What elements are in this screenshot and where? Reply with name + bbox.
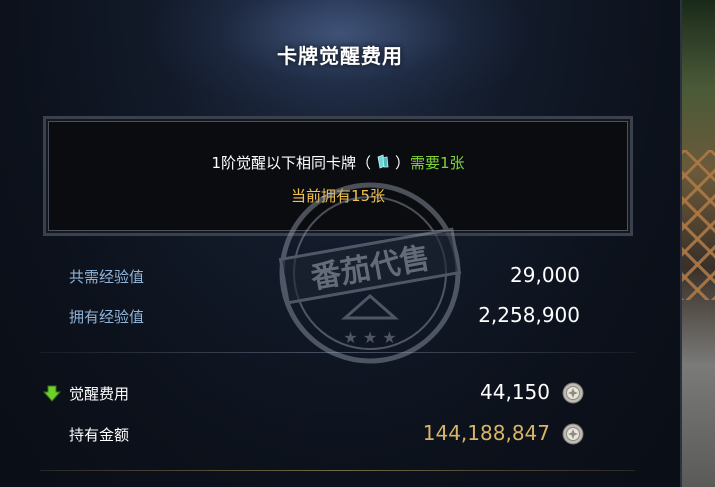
total-exp-row: 共需经验值 29,000 xyxy=(0,263,680,292)
requirement-close-paren: ） xyxy=(394,154,410,172)
owned-exp-row: 拥有经验值 2,258,900 xyxy=(0,303,680,332)
requirement-line: 1阶觉醒以下相同卡牌（ ）需要1张 xyxy=(46,152,630,173)
held-gold-row: 持有金额 144,188,847 xyxy=(0,421,680,450)
owned-count: 当前拥有15张 xyxy=(290,187,386,205)
total-exp-value: 29,000 xyxy=(510,263,580,287)
bottom-divider xyxy=(40,470,635,471)
held-gold-value: 144,188,847 xyxy=(422,421,550,445)
section-divider xyxy=(40,352,635,353)
background-scenery xyxy=(680,0,715,487)
card-stack-icon xyxy=(375,154,391,170)
awaken-cost-dialog: 卡牌觉醒费用 1阶觉醒以下相同卡牌（ ）需要1张 当前拥有15张 共需经验值 29… xyxy=(0,0,682,487)
requirement-need: 需要1张 xyxy=(410,154,465,172)
green-down-arrow-icon xyxy=(42,385,62,407)
silver-coin-icon xyxy=(562,382,584,408)
wooden-lattice xyxy=(680,150,715,300)
awaken-cost-row: 觉醒费用 44,150 xyxy=(0,380,680,409)
requirement-text: 1阶觉醒以下相同卡牌（ xyxy=(211,154,371,172)
total-exp-label: 共需经验值 xyxy=(69,268,145,286)
owned-exp-label: 拥有经验值 xyxy=(69,308,145,326)
requirement-box: 1阶觉醒以下相同卡牌（ ）需要1张 当前拥有15张 xyxy=(43,116,633,236)
awaken-cost-value: 44,150 xyxy=(480,380,550,404)
silver-coin-icon xyxy=(562,423,584,449)
awaken-cost-label: 觉醒费用 xyxy=(69,385,130,403)
owned-exp-value: 2,258,900 xyxy=(478,303,580,327)
held-gold-label: 持有金额 xyxy=(69,426,130,444)
dialog-title: 卡牌觉醒费用 xyxy=(277,44,403,68)
